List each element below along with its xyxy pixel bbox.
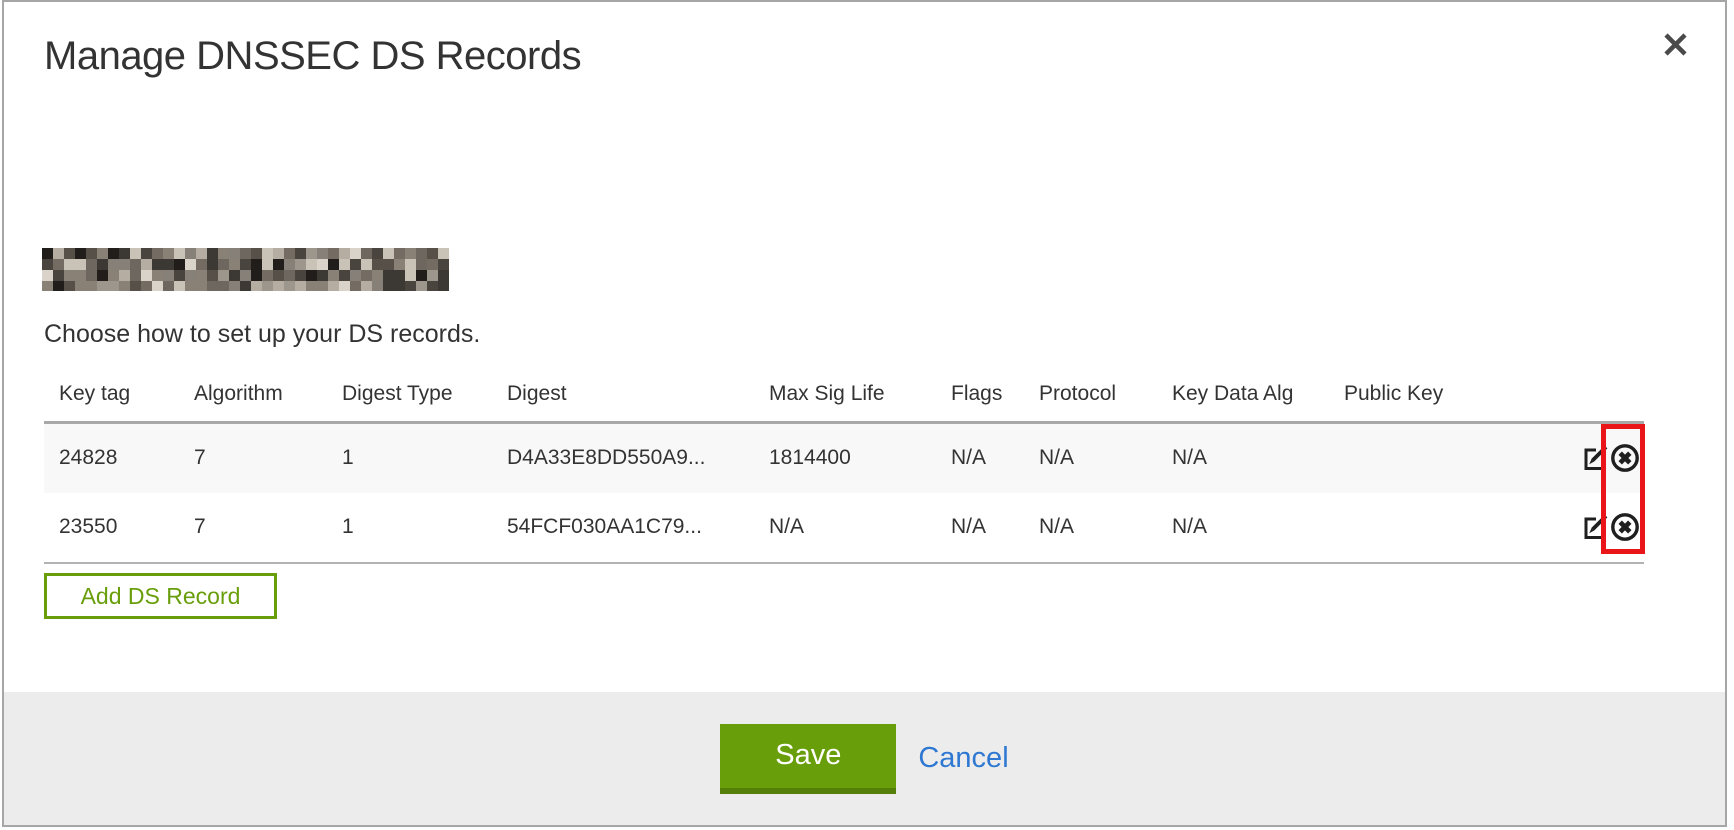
cell-key-tag: 23550 <box>44 493 179 563</box>
close-icon[interactable] <box>1655 24 1695 64</box>
instruction-text: Choose how to set up your DS records. <box>44 320 480 349</box>
column-header: Flags <box>936 370 1024 423</box>
cell-public-key <box>1329 423 1551 493</box>
column-header: Algorithm <box>179 370 327 423</box>
cell-algorithm: 7 <box>179 423 327 493</box>
table-header-row: Key tagAlgorithmDigest TypeDigestMax Sig… <box>44 370 1644 423</box>
cell-max-sig-life: N/A <box>754 493 936 563</box>
column-header: Digest <box>492 370 754 423</box>
cell-public-key <box>1329 493 1551 563</box>
delete-record-icon[interactable] <box>1609 442 1641 474</box>
redacted-domain-name <box>42 248 449 291</box>
table-body: 2482871D4A33E8DD550A9...1814400N/AN/AN/A… <box>44 423 1644 563</box>
x-glyph <box>1662 31 1689 58</box>
ds-records-table-wrap: Key tagAlgorithmDigest TypeDigestMax Sig… <box>44 370 1644 564</box>
cancel-link[interactable]: Cancel <box>918 742 1008 775</box>
column-header: Public Key <box>1329 370 1551 423</box>
row-actions <box>1551 493 1644 563</box>
column-header: Max Sig Life <box>754 370 936 423</box>
cell-protocol: N/A <box>1024 493 1157 563</box>
cell-digest-type: 1 <box>327 423 492 493</box>
column-header: Key tag <box>44 370 179 423</box>
cell-flags: N/A <box>936 493 1024 563</box>
edit-record-icon[interactable] <box>1580 444 1609 473</box>
cell-key-tag: 24828 <box>44 423 179 493</box>
cell-flags: N/A <box>936 423 1024 493</box>
cell-digest: D4A33E8DD550A9... <box>492 423 754 493</box>
table-row: 2482871D4A33E8DD550A9...1814400N/AN/AN/A <box>44 423 1644 493</box>
cell-key-data-alg: N/A <box>1157 423 1329 493</box>
cell-max-sig-life: 1814400 <box>754 423 936 493</box>
cell-key-data-alg: N/A <box>1157 493 1329 563</box>
table-row: 235507154FCF030AA1C79...N/AN/AN/AN/A <box>44 493 1644 563</box>
dialog-title: Manage DNSSEC DS Records <box>44 32 581 80</box>
delete-record-icon[interactable] <box>1609 511 1641 543</box>
column-header: Protocol <box>1024 370 1157 423</box>
row-actions <box>1551 423 1644 493</box>
column-header: Key Data Alg <box>1157 370 1329 423</box>
column-header-actions <box>1551 370 1644 423</box>
column-header: Digest Type <box>327 370 492 423</box>
cell-algorithm: 7 <box>179 493 327 563</box>
cell-digest-type: 1 <box>327 493 492 563</box>
cell-protocol: N/A <box>1024 423 1157 493</box>
dialog-footer: Save Cancel <box>4 692 1725 825</box>
add-ds-record-button[interactable]: Add DS Record <box>44 573 277 619</box>
edit-record-icon[interactable] <box>1580 513 1609 542</box>
save-button[interactable]: Save <box>720 724 896 794</box>
cell-digest: 54FCF030AA1C79... <box>492 493 754 563</box>
manage-dnssec-ds-records-dialog: Manage DNSSEC DS Records Choose how to s… <box>2 0 1727 827</box>
ds-records-table: Key tagAlgorithmDigest TypeDigestMax Sig… <box>44 370 1644 564</box>
